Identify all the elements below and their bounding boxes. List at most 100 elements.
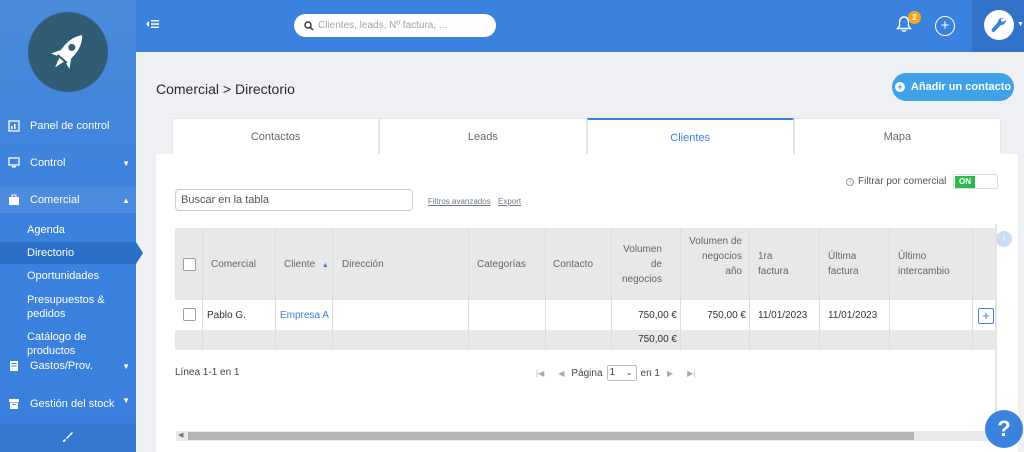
caret-down-icon: ▼ — [1017, 21, 1024, 28]
row-expand-button[interactable]: + — [978, 308, 994, 324]
nav-label: Panel de control — [30, 120, 110, 132]
subnav-agenda[interactable]: Agenda — [0, 223, 136, 237]
nav-label: Comercial — [30, 194, 80, 206]
chevron-down-icon: ⌄ — [625, 368, 633, 377]
table-totals-row — [175, 330, 997, 350]
monitor-icon — [8, 157, 20, 169]
data-table: Comercial Cliente ▲ Dirección Categorías… — [175, 228, 997, 350]
last-page-icon[interactable]: ▶| — [687, 369, 695, 378]
subnav-label: Directorio — [27, 247, 75, 259]
tab-leads[interactable]: Leads — [379, 118, 587, 155]
filter-toggle[interactable]: ON — [953, 174, 998, 189]
nav-label: Control — [30, 157, 66, 169]
wrench-icon — [991, 17, 1006, 32]
selected-indicator — [136, 242, 143, 264]
export-link[interactable]: Export — [498, 197, 521, 206]
col-primera-factura[interactable]: 1ra factura — [758, 249, 798, 279]
nav-gastos[interactable]: Gastos/Prov. ▼ — [0, 353, 136, 379]
tab-mapa[interactable]: Mapa — [793, 118, 1001, 155]
of-label: en 1 — [640, 367, 660, 379]
chevron-down-icon: ▼ — [122, 361, 130, 371]
toggle-on-label: ON — [955, 176, 975, 188]
select-all-checkbox[interactable] — [183, 258, 196, 271]
vertical-scrollbar[interactable] — [995, 224, 997, 434]
plus-icon: + — [894, 82, 905, 92]
cell-ultima-factura: 11/01/2023 — [828, 310, 878, 321]
page-value: 1 — [609, 367, 616, 378]
scroll-left-icon[interactable]: ◀ — [178, 431, 183, 439]
info-icon: i — [846, 177, 854, 186]
briefcase-icon — [8, 194, 20, 206]
sidebar-footer — [0, 424, 136, 452]
filter-by-sales: i Filtrar por comercial — [846, 176, 946, 187]
tab-bar: Contactos Leads Clientes Mapa — [172, 118, 1001, 155]
tab-contactos[interactable]: Contactos — [172, 118, 380, 155]
advanced-filters-link[interactable]: Filtros avanzados — [428, 197, 491, 206]
sort-asc-icon: ▲ — [321, 262, 329, 269]
chevron-down-icon: ▼ — [122, 158, 130, 168]
col-ultima-factura[interactable]: Última factura — [828, 249, 868, 279]
add-contact-label: Añadir un contacto — [910, 81, 1012, 93]
table-search-input[interactable]: Buscar en la tabla — [175, 189, 413, 211]
settings-menu[interactable]: ▼ — [972, 0, 1024, 52]
notification-badge: 2 — [908, 11, 921, 24]
subnav-presupuestos[interactable]: Presupuestos & pedidos — [0, 293, 120, 321]
global-search-input[interactable]: Clientes, leads, Nº factura, ... — [294, 14, 496, 37]
cell-cliente-link[interactable]: Empresa A — [280, 308, 329, 323]
cell-comercial: Pablo G. — [207, 310, 246, 321]
prev-page-icon[interactable]: ◀ — [558, 369, 564, 378]
nav-panel-de-control[interactable]: Panel de control — [0, 113, 136, 139]
receipt-icon — [8, 360, 20, 372]
page-title: Comercial > Directorio — [156, 81, 295, 97]
cell-volumen: 750,00 € — [638, 310, 677, 321]
next-page-icon[interactable]: ▶ — [667, 369, 673, 378]
search-placeholder: Clientes, leads, Nº factura, ... — [318, 20, 448, 31]
chevron-up-icon: ▲ — [122, 195, 130, 205]
brush-icon[interactable] — [62, 430, 74, 448]
total-volumen: 750,00 € — [638, 334, 677, 345]
row-checkbox[interactable] — [183, 308, 196, 321]
chevron-down-icon: ▼ — [122, 396, 130, 405]
tab-clientes[interactable]: Clientes — [586, 118, 794, 155]
pagination: |◀ ◀ Página 1 ⌄ en 1 ▶ ▶| — [529, 365, 702, 381]
add-icon[interactable]: + — [935, 16, 955, 36]
sidebar: Panel de control Control ▼ Comercial ▲ A… — [0, 0, 143, 452]
subnav-directorio[interactable]: Directorio — [0, 242, 143, 264]
rocket-icon — [51, 35, 83, 69]
horizontal-scrollbar[interactable]: ◀ — [176, 431, 996, 441]
line-info: Línea 1-1 en 1 — [175, 367, 240, 378]
dashboard-icon — [8, 120, 20, 132]
first-page-icon[interactable]: |◀ — [536, 369, 544, 378]
page-label: Página — [571, 367, 603, 379]
scroll-right-icon[interactable]: › — [996, 231, 1012, 247]
nav-label: Gastos/Prov. — [30, 360, 93, 372]
page-select[interactable]: 1 ⌄ — [606, 365, 637, 381]
search-icon — [304, 20, 314, 31]
app-logo[interactable] — [28, 12, 108, 92]
collapse-menu-icon[interactable] — [145, 18, 159, 32]
nav-control[interactable]: Control ▼ — [0, 150, 136, 176]
nav-comercial[interactable]: Comercial ▲ — [0, 187, 136, 213]
nav-label: Gestión del stock — [30, 398, 115, 410]
cell-volumen-ano: 750,00 € — [707, 310, 746, 321]
subnav-oportunidades[interactable]: Oportunidades — [0, 269, 136, 283]
archive-icon — [8, 398, 20, 410]
nav-gestion-stock[interactable]: Gestión del stock ▼ — [0, 391, 136, 417]
col-contacto[interactable]: Contacto — [553, 257, 593, 272]
avatar — [984, 10, 1014, 40]
add-contact-button[interactable]: + Añadir un contacto — [892, 73, 1014, 101]
help-button[interactable]: ? — [985, 410, 1023, 448]
scrollbar-thumb[interactable] — [188, 432, 914, 440]
col-cliente-label: Cliente — [284, 259, 316, 270]
col-ultimo-intercambio[interactable]: Último intercambio — [898, 249, 960, 279]
col-direccion[interactable]: Dirección — [342, 257, 384, 272]
content-panel: i Filtrar por comercial ON Buscar en la … — [156, 154, 1018, 452]
col-volumen[interactable]: Volumen de negocios — [614, 242, 662, 287]
col-comercial[interactable]: Comercial — [211, 257, 256, 272]
col-volumen-ano[interactable]: Volumen de negocios año — [684, 234, 742, 279]
col-categorias[interactable]: Categorías — [477, 257, 526, 272]
filter-label: Filtrar por comercial — [858, 176, 947, 187]
col-cliente[interactable]: Cliente ▲ — [284, 257, 329, 273]
cell-primera-factura: 11/01/2023 — [758, 310, 808, 321]
top-bar: Clientes, leads, Nº factura, ... 2 + ▼ — [136, 0, 1024, 52]
